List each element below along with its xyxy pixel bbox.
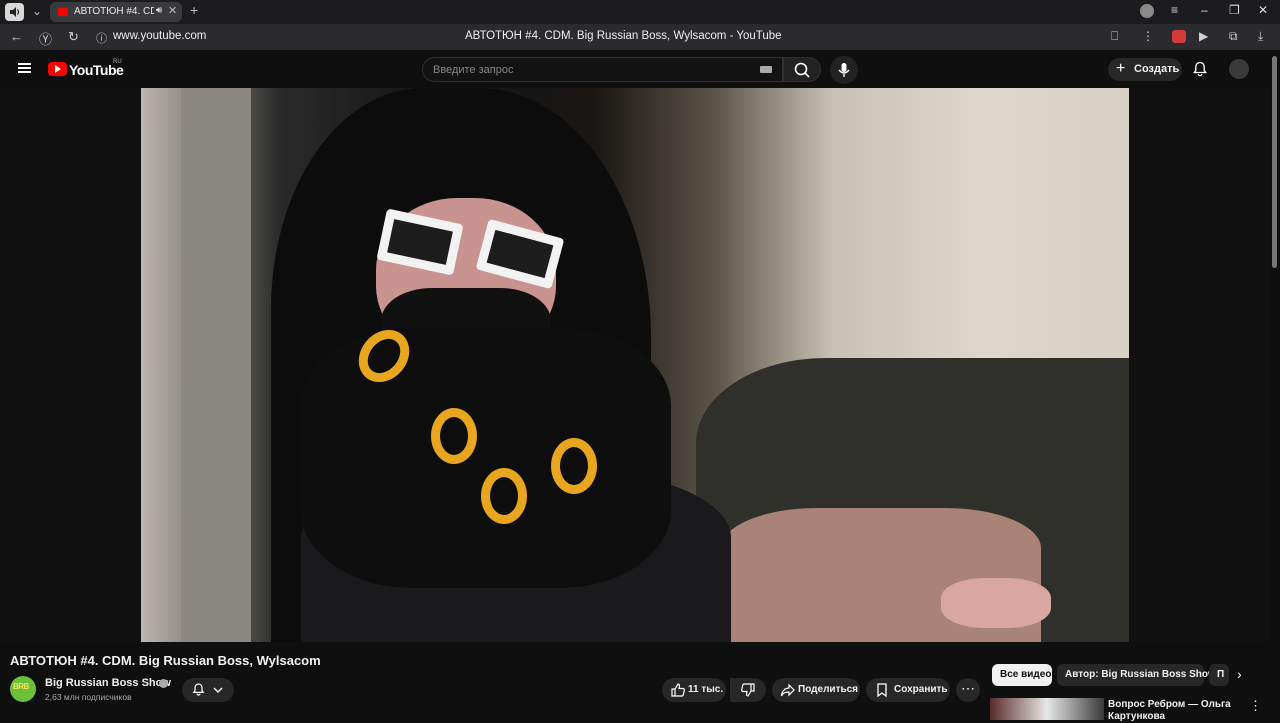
youtube-favicon bbox=[58, 8, 68, 16]
region-label: RU bbox=[113, 59, 122, 65]
save-button[interactable]: Сохранить bbox=[866, 678, 950, 702]
subscriber-count: 2,63 млн подписчиков bbox=[45, 692, 132, 702]
verified-icon bbox=[159, 679, 168, 688]
youtube-logo-icon[interactable] bbox=[48, 62, 67, 76]
microphone-icon bbox=[838, 63, 850, 77]
more-actions-button[interactable]: ⋯ bbox=[956, 678, 980, 702]
video-title: АВТОТЮН #4. CDM. Big Russian Boss, Wylsa… bbox=[10, 653, 321, 668]
subscription-bell-button[interactable] bbox=[182, 678, 234, 702]
thumbs-down-icon bbox=[741, 683, 755, 697]
scrollbar-thumb[interactable] bbox=[1272, 56, 1277, 268]
account-avatar[interactable] bbox=[1229, 59, 1249, 79]
extension-icon[interactable] bbox=[1172, 30, 1186, 43]
share-button[interactable]: Поделиться bbox=[772, 678, 860, 702]
tab-audio-icon[interactable]: 🔊︎ bbox=[156, 5, 162, 16]
tab-list-chevron-icon[interactable]: ⌄ bbox=[32, 4, 42, 18]
new-tab-icon[interactable]: + bbox=[190, 2, 198, 18]
browser-tab-strip: ⌄ АВТОТЮН #4. CDM. 🔊︎ ✕ + ≡ – ❐ ✕ bbox=[0, 0, 1280, 24]
like-button[interactable]: 11 тыс. bbox=[662, 678, 726, 702]
restore-icon[interactable]: ❐ bbox=[1229, 3, 1240, 17]
browser-menu-icon[interactable]: ≡ bbox=[1171, 3, 1178, 17]
page-title: АВТОТЮН #4. CDM. Big Russian Boss, Wylsa… bbox=[465, 30, 782, 42]
menu-icon[interactable] bbox=[18, 63, 31, 73]
site-info-icon[interactable]: ⓘ bbox=[96, 30, 107, 46]
chip-all-videos[interactable]: Все видео bbox=[992, 664, 1052, 686]
recommendation-thumbnail[interactable] bbox=[990, 698, 1104, 720]
search-icon bbox=[794, 62, 810, 78]
recommendation-more-icon[interactable]: ⋮ bbox=[1249, 698, 1262, 714]
more-options-icon[interactable]: ⋮ bbox=[1142, 29, 1154, 43]
notifications-button[interactable] bbox=[1192, 61, 1208, 82]
tab-title: АВТОТЮН #4. CDM. bbox=[74, 6, 154, 17]
search-button[interactable] bbox=[783, 57, 821, 82]
create-button[interactable]: + Создать bbox=[1108, 58, 1182, 81]
channel-name[interactable]: Big Russian Boss Show bbox=[45, 677, 171, 689]
minimize-icon[interactable]: – bbox=[1201, 3, 1208, 17]
profile-icon[interactable] bbox=[1140, 4, 1154, 18]
downloads-icon[interactable]: ⤓ bbox=[1258, 29, 1263, 44]
video-scarf bbox=[301, 328, 671, 588]
video-chain-1 bbox=[431, 408, 477, 464]
address-bar: ← Ⓨ ↻ ⓘ www.youtube.com АВТОТЮН #4. CDM.… bbox=[0, 24, 1280, 50]
bell-chevron-icon bbox=[192, 683, 223, 696]
yandex-icon[interactable]: Ⓨ bbox=[39, 29, 52, 48]
close-window-icon[interactable]: ✕ bbox=[1258, 3, 1268, 17]
video-chain-2 bbox=[481, 468, 527, 524]
like-count: 11 тыс. bbox=[688, 684, 724, 695]
bookmark-icon[interactable]: ⎕ bbox=[1111, 29, 1118, 44]
video-player-area[interactable] bbox=[0, 88, 1270, 642]
media-icon[interactable]: ▶ bbox=[1199, 29, 1208, 43]
youtube-header: YouTube RU + Создать bbox=[0, 50, 1280, 88]
browser-tab-youtube[interactable]: АВТОТЮН #4. CDM. 🔊︎ ✕ bbox=[50, 2, 182, 22]
chip-author[interactable]: Автор: Big Russian Boss Show bbox=[1057, 664, 1216, 686]
url-field[interactable]: www.youtube.com bbox=[113, 30, 206, 42]
dislike-button[interactable] bbox=[730, 678, 766, 702]
video-frame[interactable] bbox=[141, 88, 1129, 642]
bookmark-save-icon bbox=[877, 683, 887, 698]
speaker-icon bbox=[10, 7, 20, 17]
create-label: Создать bbox=[1134, 63, 1180, 75]
bell-icon bbox=[1193, 61, 1207, 77]
thumbs-up-icon bbox=[671, 683, 685, 697]
save-label: Сохранить bbox=[894, 684, 948, 695]
back-icon[interactable]: ← bbox=[10, 29, 23, 44]
voice-search-button[interactable] bbox=[830, 56, 858, 84]
video-car-frame bbox=[181, 88, 251, 642]
recommendation-title[interactable]: Вопрос Ребром — Ольга Картункова bbox=[1108, 699, 1238, 723]
close-tab-icon[interactable]: ✕ bbox=[168, 4, 177, 17]
video-hand bbox=[941, 578, 1051, 628]
video-chain-3 bbox=[551, 438, 597, 494]
chip-label: Все видео bbox=[1000, 669, 1052, 680]
reload-icon[interactable]: ↻ bbox=[68, 29, 79, 45]
chevron-right-icon[interactable]: › bbox=[1237, 666, 1242, 682]
chip-label: П bbox=[1217, 669, 1225, 680]
keyboard-icon[interactable] bbox=[760, 66, 772, 73]
channel-avatar-text: BRB bbox=[13, 682, 29, 691]
channel-avatar[interactable]: BRB bbox=[10, 676, 36, 702]
collections-icon[interactable]: ⧉ bbox=[1229, 29, 1238, 44]
search-box bbox=[422, 57, 783, 82]
search-input[interactable] bbox=[433, 62, 733, 77]
chip-label: Автор: Big Russian Boss Show bbox=[1065, 669, 1216, 680]
share-label: Поделиться bbox=[798, 684, 859, 695]
share-icon bbox=[780, 683, 795, 697]
more-horizontal-icon: ⋯ bbox=[961, 680, 975, 696]
plus-icon: + bbox=[1116, 60, 1126, 77]
audio-tab-button[interactable] bbox=[5, 3, 24, 21]
chip-partial[interactable]: П bbox=[1209, 664, 1229, 686]
